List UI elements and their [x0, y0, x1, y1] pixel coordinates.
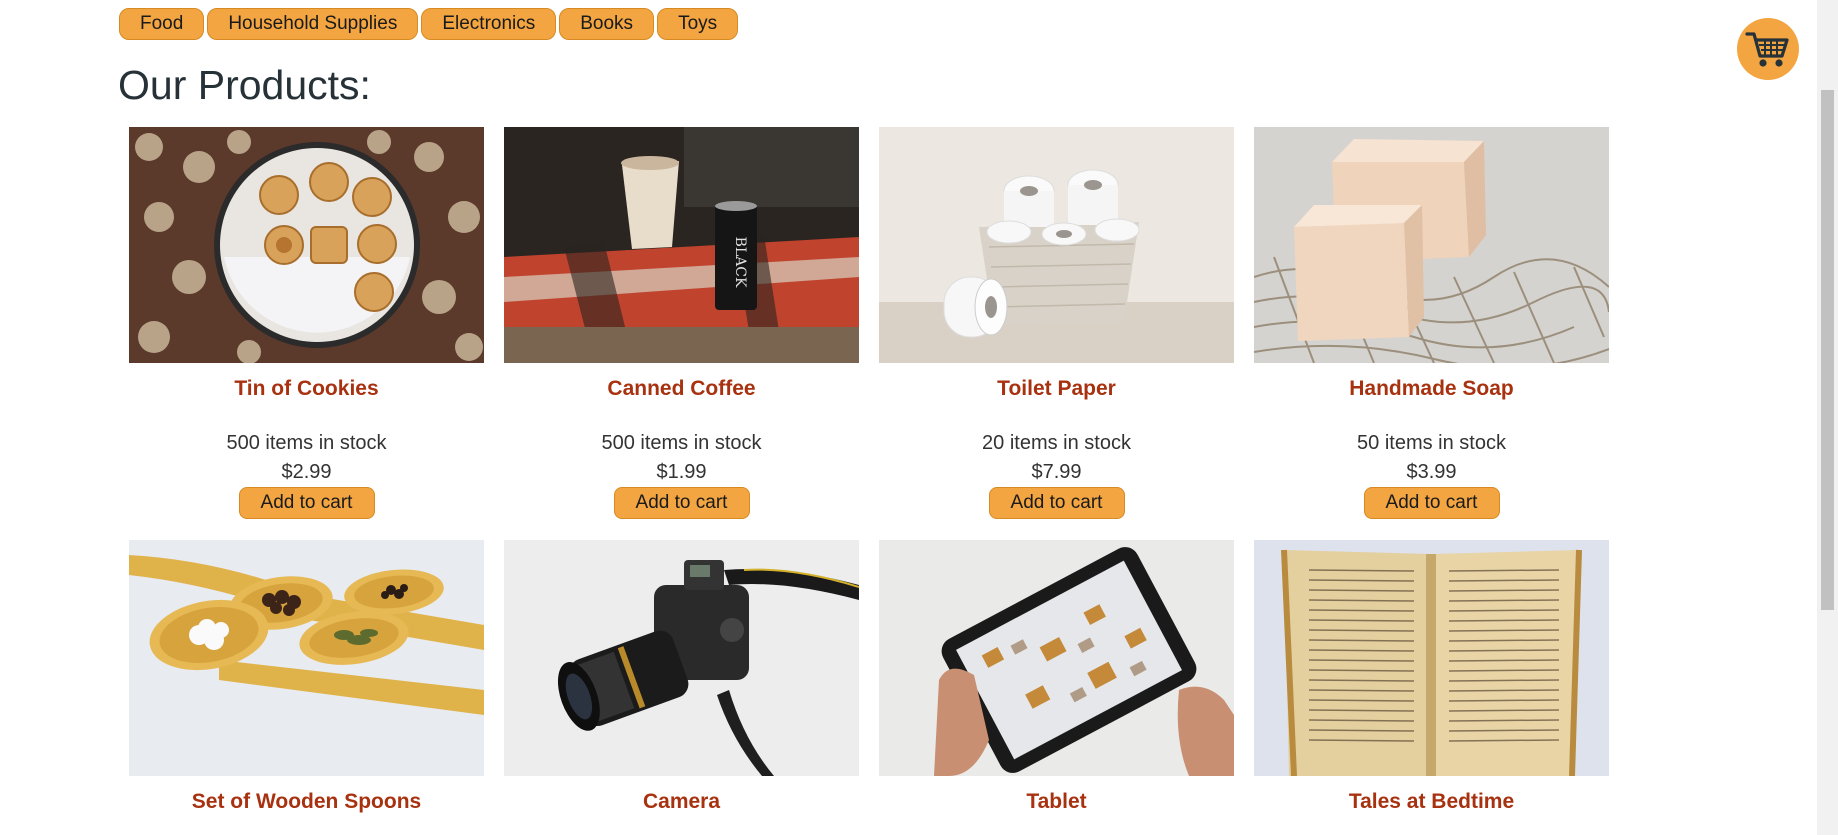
- category-nav: Food Household Supplies Electronics Book…: [119, 8, 739, 40]
- product-image-open-book: [1254, 540, 1609, 776]
- product-stock: 500 items in stock: [226, 432, 387, 454]
- product-image-camera: [504, 540, 859, 776]
- product-name[interactable]: Set of Wooden Spoons: [192, 788, 421, 816]
- vertical-scrollbar[interactable]: [1817, 0, 1838, 835]
- product-card: Tin of Cookies 500 items in stock $2.99 …: [129, 127, 484, 519]
- category-electronics-button[interactable]: Electronics: [421, 8, 557, 40]
- product-price: $3.99: [1406, 461, 1457, 483]
- product-image-canned-coffee: BLACK: [504, 127, 859, 363]
- add-to-cart-button[interactable]: Add to cart: [988, 487, 1125, 519]
- product-name[interactable]: Tales at Bedtime: [1349, 788, 1514, 816]
- category-toys-button[interactable]: Toys: [657, 8, 739, 40]
- product-card: Camera: [504, 540, 859, 816]
- product-card: Handmade Soap 50 items in stock $3.99 Ad…: [1254, 127, 1609, 519]
- svg-text:BLACK: BLACK: [732, 237, 748, 288]
- product-name[interactable]: Tin of Cookies: [234, 375, 378, 403]
- product-image-wooden-spoons: [129, 540, 484, 776]
- product-stock: 50 items in stock: [1357, 432, 1506, 454]
- category-household-supplies-button[interactable]: Household Supplies: [207, 8, 419, 40]
- product-grid: Tin of Cookies 500 items in stock $2.99 …: [129, 127, 1609, 816]
- add-to-cart-button[interactable]: Add to cart: [238, 487, 375, 519]
- product-image-toilet-paper: [879, 127, 1234, 363]
- product-card: Tablet: [879, 540, 1234, 816]
- product-card: Toilet Paper 20 items in stock $7.99 Add…: [879, 127, 1234, 519]
- page-title: Our Products:: [118, 62, 371, 108]
- product-image-tablet: [879, 540, 1234, 776]
- product-name[interactable]: Canned Coffee: [607, 375, 755, 403]
- product-stock: 500 items in stock: [601, 432, 762, 454]
- page: Food Household Supplies Electronics Book…: [0, 0, 1838, 835]
- product-image-cookie-tin: [129, 127, 484, 363]
- category-food-button[interactable]: Food: [119, 8, 205, 40]
- product-name[interactable]: Toilet Paper: [997, 375, 1116, 403]
- product-name[interactable]: Handmade Soap: [1349, 375, 1514, 403]
- product-name[interactable]: Camera: [643, 788, 720, 816]
- cart-button[interactable]: [1737, 18, 1799, 80]
- product-price: $1.99: [656, 461, 707, 483]
- product-price: $2.99: [281, 461, 332, 483]
- product-stock: 20 items in stock: [982, 432, 1131, 454]
- add-to-cart-button[interactable]: Add to cart: [613, 487, 750, 519]
- product-card: Tales at Bedtime: [1254, 540, 1609, 816]
- product-name[interactable]: Tablet: [1026, 788, 1086, 816]
- product-card: Set of Wooden Spoons: [129, 540, 484, 816]
- product-price: $7.99: [1031, 461, 1082, 483]
- add-to-cart-button[interactable]: Add to cart: [1363, 487, 1500, 519]
- scrollbar-thumb[interactable]: [1821, 90, 1834, 610]
- shopping-cart-icon: [1745, 32, 1789, 67]
- product-card: BLACK Canned Coffee 500 items in stock $…: [504, 127, 859, 519]
- product-image-handmade-soap: [1254, 127, 1609, 363]
- category-books-button[interactable]: Books: [559, 8, 655, 40]
